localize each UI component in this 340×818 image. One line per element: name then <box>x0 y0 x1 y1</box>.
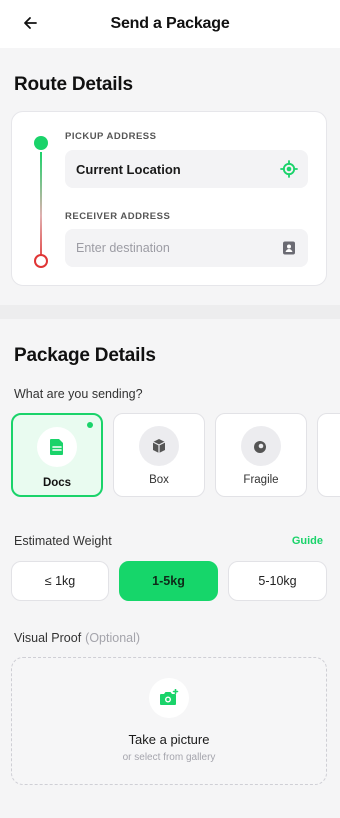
select-gallery-text: or select from gallery <box>122 752 216 763</box>
package-type-box[interactable]: Box <box>113 413 205 497</box>
package-section-title: Package Details <box>14 345 156 366</box>
weight-option-1-5kg[interactable]: 1-5kg <box>119 561 218 601</box>
fragile-icon <box>241 426 281 466</box>
selected-indicator <box>87 422 93 428</box>
locate-target-icon[interactable] <box>280 160 298 178</box>
destination-marker <box>34 254 48 268</box>
route-line <box>40 152 42 258</box>
photo-upload-dropzone[interactable]: Take a picture or select from gallery <box>11 657 327 785</box>
package-type-fragile[interactable]: Fragile <box>215 413 307 497</box>
weight-guide-link[interactable]: Guide <box>292 535 323 547</box>
app-header: Send a Package <box>0 0 340 48</box>
package-type-label: Docs <box>42 477 72 489</box>
package-type-docs[interactable]: Docs <box>11 413 103 497</box>
package-type-label: Box <box>149 474 169 486</box>
receiver-address-placeholder: Enter destination <box>76 241 170 255</box>
cube-box-icon <box>139 426 179 466</box>
package-type-more[interactable] <box>317 413 340 497</box>
route-section-title: Route Details <box>14 74 133 95</box>
contact-book-icon[interactable] <box>280 239 298 257</box>
document-icon <box>37 427 77 467</box>
package-type-label: Fragile <box>243 474 279 486</box>
page-title: Send a Package <box>110 15 230 32</box>
pickup-address-field[interactable]: Current Location <box>65 150 308 188</box>
visual-proof-title: Visual Proof (Optional) <box>14 631 140 645</box>
camera-add-icon <box>149 678 189 718</box>
pickup-marker <box>34 136 48 150</box>
package-question: What are you sending? <box>14 387 143 401</box>
weight-option-under-1kg[interactable]: ≤ 1kg <box>11 561 109 601</box>
pickup-label: PICKUP ADDRESS <box>65 131 157 142</box>
optional-tag: (Optional) <box>85 631 141 645</box>
package-type-list: Docs Box Fragile <box>11 413 340 499</box>
route-card: PICKUP ADDRESS Current Location RECEIVER… <box>11 111 327 286</box>
pickup-address-value: Current Location <box>76 161 181 177</box>
take-picture-text: Take a picture <box>128 732 210 747</box>
section-divider <box>0 305 340 319</box>
receiver-address-field[interactable]: Enter destination <box>65 229 308 267</box>
visual-proof-label: Visual Proof <box>14 631 82 645</box>
receiver-label: RECEIVER ADDRESS <box>65 211 171 222</box>
back-button[interactable] <box>18 11 42 35</box>
weight-title: Estimated Weight <box>14 534 112 548</box>
arrow-left-icon <box>24 17 37 29</box>
weight-option-5-10kg[interactable]: 5-10kg <box>228 561 327 601</box>
